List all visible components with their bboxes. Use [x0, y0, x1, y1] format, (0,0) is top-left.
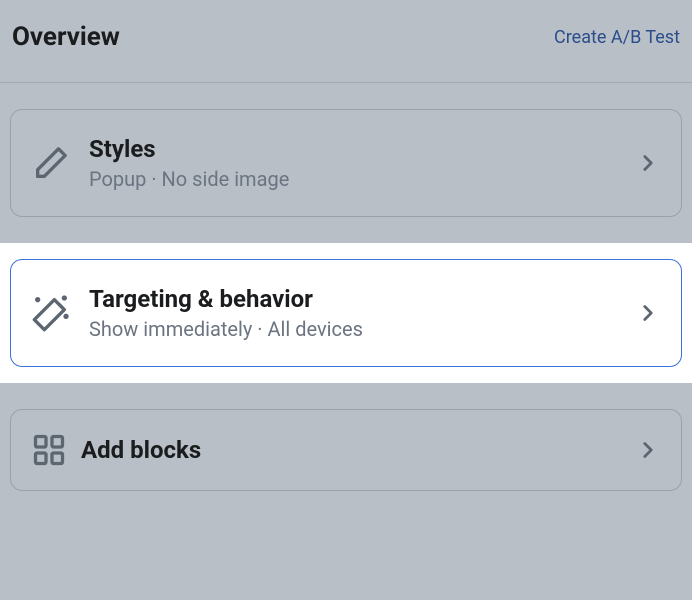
pencil-icon: [31, 143, 71, 183]
magic-wand-icon: [31, 293, 71, 333]
targeting-card-wrapper: Targeting & behavior Show immediately · …: [0, 243, 692, 383]
add-blocks-card[interactable]: Add blocks: [10, 409, 682, 491]
content: Styles Popup · No side image Targeting &…: [0, 83, 692, 491]
targeting-card-title: Targeting & behavior: [89, 285, 635, 313]
create-ab-test-link[interactable]: Create A/B Test: [554, 27, 680, 48]
page-title: Overview: [12, 22, 120, 52]
styles-card-title: Styles: [89, 135, 635, 163]
header: Overview Create A/B Test: [0, 0, 692, 83]
styles-card[interactable]: Styles Popup · No side image: [10, 109, 682, 217]
chevron-right-icon: [635, 150, 661, 176]
styles-card-subtitle: Popup · No side image: [89, 167, 635, 191]
add-blocks-card-title: Add blocks: [81, 436, 635, 464]
add-blocks-card-body: Add blocks: [81, 436, 635, 464]
chevron-right-icon: [635, 300, 661, 326]
styles-card-body: Styles Popup · No side image: [89, 135, 635, 191]
targeting-card-subtitle: Show immediately · All devices: [89, 317, 635, 341]
blocks-icon: [31, 432, 67, 468]
targeting-card[interactable]: Targeting & behavior Show immediately · …: [10, 259, 682, 367]
chevron-right-icon: [635, 437, 661, 463]
targeting-card-body: Targeting & behavior Show immediately · …: [89, 285, 635, 341]
